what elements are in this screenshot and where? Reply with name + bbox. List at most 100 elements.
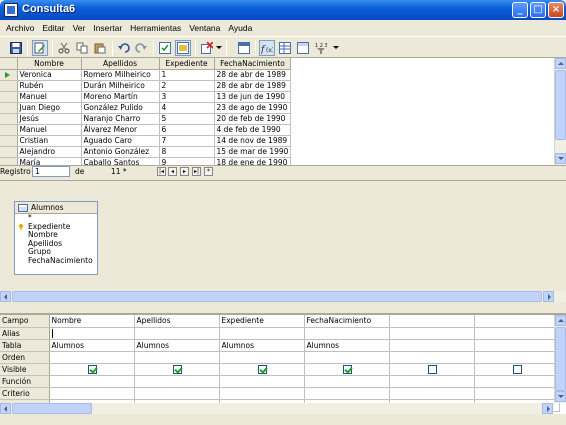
criteria-vertical-scrollbar[interactable] bbox=[554, 315, 566, 403]
criteria-cell[interactable] bbox=[49, 387, 135, 400]
scroll-down-arrow[interactable] bbox=[555, 391, 566, 402]
criteria-cell[interactable] bbox=[219, 387, 305, 400]
table-row[interactable]: Cristian Aguado Caro 7 14 de nov de 1989 bbox=[0, 135, 292, 147]
row-header[interactable] bbox=[0, 135, 18, 147]
scroll-up-arrow[interactable] bbox=[555, 58, 566, 69]
criteria-cell[interactable] bbox=[389, 387, 475, 400]
visible-cell[interactable] bbox=[219, 363, 305, 376]
table-cell[interactable]: Alejandro bbox=[17, 146, 82, 158]
table-cell[interactable]: Aguado Caro bbox=[81, 135, 160, 147]
table-cell[interactable]: 23 de ago de 1990 bbox=[214, 102, 292, 114]
criteria-cell[interactable] bbox=[219, 351, 305, 364]
scroll-thumb[interactable] bbox=[12, 291, 542, 302]
table-cell[interactable]: 9 bbox=[159, 157, 215, 165]
table-cell[interactable]: 4 bbox=[159, 102, 215, 114]
table-cell[interactable]: 7 bbox=[159, 135, 215, 147]
design-horizontal-scrollbar[interactable] bbox=[0, 291, 566, 302]
table-cell[interactable]: Rubén bbox=[17, 80, 82, 92]
visible-cell[interactable] bbox=[49, 363, 135, 376]
table-window-alumnos[interactable]: Alumnos * Expediente Nombre Apellidos Gr… bbox=[14, 201, 98, 275]
menu-ventana[interactable]: Ventana bbox=[185, 23, 224, 33]
table-row[interactable]: Manuel Álvarez Menor 6 4 de feb de 1990 bbox=[0, 124, 292, 136]
scroll-right-arrow[interactable] bbox=[542, 403, 553, 414]
record-number-input[interactable]: 1 bbox=[32, 166, 70, 177]
table-cell[interactable]: Romero Milheirico bbox=[81, 69, 160, 81]
table-row[interactable]: Rubén Durán Milheirico 2 28 de abr de 1989 bbox=[0, 80, 292, 92]
criteria-cell[interactable] bbox=[134, 375, 220, 388]
criteria-table-cell[interactable]: Alumnos bbox=[304, 339, 390, 352]
first-record-button[interactable]: |◂ bbox=[157, 167, 166, 176]
table-row[interactable]: Manuel Moreno Martín 3 13 de jun de 1990 bbox=[0, 91, 292, 103]
copy-icon[interactable] bbox=[74, 40, 90, 56]
row-header[interactable] bbox=[0, 102, 18, 114]
criteria-cell[interactable] bbox=[49, 375, 135, 388]
last-record-button[interactable]: ▸| bbox=[192, 167, 201, 176]
criteria-field-cell[interactable] bbox=[389, 315, 475, 328]
criteria-field-cell[interactable]: Expediente bbox=[219, 315, 305, 328]
visible-cell[interactable] bbox=[304, 363, 390, 376]
criteria-cell[interactable] bbox=[389, 327, 475, 340]
new-record-button[interactable]: * bbox=[204, 167, 213, 176]
criteria-field-cell[interactable]: Nombre bbox=[49, 315, 135, 328]
scroll-thumb[interactable] bbox=[12, 403, 92, 414]
table-cell[interactable]: 3 bbox=[159, 91, 215, 103]
table-cell[interactable]: Veronica bbox=[17, 69, 82, 81]
visible-checkbox[interactable] bbox=[172, 364, 182, 374]
maximize-button[interactable]: □ bbox=[530, 2, 546, 18]
visible-checkbox[interactable] bbox=[257, 364, 267, 374]
criteria-field-cell[interactable]: FechaNacimiento bbox=[304, 315, 390, 328]
table-cell[interactable]: 6 bbox=[159, 124, 215, 136]
scroll-left-arrow[interactable] bbox=[0, 403, 11, 414]
row-header[interactable] bbox=[0, 91, 18, 103]
column-header[interactable]: Nombre bbox=[17, 58, 82, 70]
row-header[interactable] bbox=[0, 157, 18, 165]
edit-icon[interactable] bbox=[32, 40, 48, 56]
visible-checkbox[interactable] bbox=[87, 364, 97, 374]
scroll-right-arrow[interactable] bbox=[543, 291, 554, 302]
visible-cell[interactable] bbox=[134, 363, 220, 376]
criteria-field-cell[interactable] bbox=[474, 315, 560, 328]
table-cell[interactable]: 28 de abr de 1989 bbox=[214, 69, 292, 81]
criteria-table-cell[interactable]: Alumnos bbox=[219, 339, 305, 352]
criteria-alias-cell[interactable] bbox=[49, 327, 135, 340]
criteria-cell[interactable] bbox=[304, 387, 390, 400]
criteria-cell[interactable] bbox=[134, 351, 220, 364]
criteria-cell[interactable] bbox=[134, 387, 220, 400]
close-button[interactable]: × bbox=[548, 2, 564, 18]
table-row[interactable]: Juan Diego González Pulido 4 23 de ago de 1… bbox=[0, 102, 292, 114]
delete-icon[interactable] bbox=[199, 40, 215, 56]
table-cell[interactable]: Juan Diego bbox=[17, 102, 82, 114]
table-row[interactable]: María Caballo Santos 9 18 de ene de 1990 bbox=[0, 157, 292, 165]
table-cell[interactable]: 8 bbox=[159, 146, 215, 158]
table-cell[interactable]: Moreno Martín bbox=[81, 91, 160, 103]
table-row[interactable]: Alejandro Antonio González 8 15 de mar de 1… bbox=[0, 146, 292, 158]
column-header[interactable]: Expediente bbox=[159, 58, 215, 70]
table-cell[interactable]: Jesús bbox=[17, 113, 82, 125]
clear-query-icon[interactable] bbox=[175, 40, 191, 56]
table-name-icon[interactable] bbox=[277, 40, 293, 56]
table-cell[interactable]: 18 de ene de 1990 bbox=[214, 157, 292, 165]
criteria-cell[interactable] bbox=[474, 375, 560, 388]
criteria-table-cell[interactable]: Alumnos bbox=[134, 339, 220, 352]
column-header[interactable]: Apellidos bbox=[81, 58, 160, 70]
table-cell[interactable]: 28 de abr de 1989 bbox=[214, 80, 292, 92]
column-header[interactable]: FechaNacimiento bbox=[214, 58, 292, 70]
table-cell[interactable]: Naranjo Charro bbox=[81, 113, 160, 125]
visible-checkbox[interactable] bbox=[512, 364, 522, 374]
table-cell[interactable]: Álvarez Menor bbox=[81, 124, 160, 136]
table-cell[interactable]: González Pulido bbox=[81, 102, 160, 114]
criteria-cell[interactable] bbox=[304, 375, 390, 388]
run-query-icon[interactable] bbox=[157, 40, 173, 56]
design-view-icon[interactable] bbox=[236, 40, 252, 56]
minimize-button[interactable]: _ bbox=[512, 2, 528, 18]
current-row-indicator[interactable] bbox=[0, 69, 18, 81]
criteria-cell[interactable] bbox=[474, 351, 560, 364]
criteria-cell[interactable] bbox=[219, 375, 305, 388]
next-record-button[interactable]: ▸ bbox=[180, 167, 189, 176]
criteria-cell[interactable] bbox=[474, 387, 560, 400]
table-field-fechanacimiento[interactable]: FechaNacimiento bbox=[15, 256, 97, 266]
row-header[interactable] bbox=[0, 146, 18, 158]
criteria-cell[interactable] bbox=[304, 327, 390, 340]
criteria-cell[interactable] bbox=[474, 327, 560, 340]
scroll-thumb[interactable] bbox=[555, 70, 566, 140]
